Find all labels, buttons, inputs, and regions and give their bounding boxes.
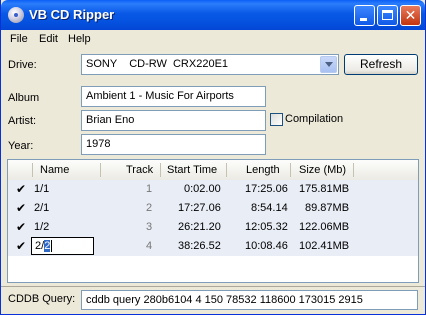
menu-edit[interactable]: Edit xyxy=(39,33,58,45)
track-start: 38:26.52 xyxy=(178,240,221,252)
status-bar: CDDB Query: cddb query 280b6104 4 150 78… xyxy=(1,286,425,315)
text-cursor xyxy=(51,240,53,253)
menu-help[interactable]: Help xyxy=(68,33,91,45)
track-size: 122.06MB xyxy=(299,221,350,233)
table-row[interactable]: ✔ 2/2 4 38:26.52 10:08.46 102.41MB xyxy=(8,237,418,256)
close-icon: ✕ xyxy=(404,7,417,23)
track-number: 4 xyxy=(146,240,153,252)
column-divider xyxy=(290,163,291,177)
table-row[interactable]: ✔ 1/1 1 0:02.00 17:25.06 175.81MB xyxy=(8,180,418,199)
artist-field[interactable]: Brian Eno xyxy=(81,110,266,131)
minimize-icon xyxy=(360,18,367,21)
title-bar[interactable]: VB CD Ripper ✕ xyxy=(1,0,425,30)
table-row[interactable]: ✔ 2/1 2 17:27.06 8:54.14 89.87MB xyxy=(8,199,418,218)
track-number: 2 xyxy=(146,202,153,214)
album-label: Album xyxy=(8,92,40,104)
track-length: 12:05.32 xyxy=(245,221,288,233)
refresh-button[interactable]: Refresh xyxy=(344,54,418,75)
track-start: 0:02.00 xyxy=(184,183,221,195)
window-title: VB CD Ripper xyxy=(29,7,115,22)
track-name-text: 2/ xyxy=(35,240,45,252)
minimize-button[interactable] xyxy=(354,5,375,26)
check-icon[interactable]: ✔ xyxy=(16,220,26,234)
track-size: 102.41MB xyxy=(299,240,350,252)
year-label: Year: xyxy=(8,140,34,152)
column-start-time[interactable]: Start Time xyxy=(167,164,217,176)
table-row[interactable]: ✔ 1/2 3 26:21.20 12:05.32 122.06MB xyxy=(8,218,418,237)
column-name[interactable]: Name xyxy=(40,164,69,176)
menu-bar: File Edit Help xyxy=(1,30,425,48)
track-name[interactable]: 1/2 xyxy=(34,221,49,233)
track-length: 8:54.14 xyxy=(251,202,288,214)
track-length: 10:08.46 xyxy=(245,240,288,252)
track-start: 17:27.06 xyxy=(178,202,221,214)
drive-label: Drive: xyxy=(8,59,37,71)
chevron-down-icon xyxy=(325,62,333,67)
track-name-edit-field[interactable]: 2/2 xyxy=(31,237,94,255)
track-start: 26:21.20 xyxy=(178,221,221,233)
track-grid: Name Track Start Time Length Size (Mb) ✔… xyxy=(7,159,419,283)
track-length: 17:25.06 xyxy=(245,183,288,195)
drive-select[interactable]: SONY CD-RW CRX220E1 xyxy=(81,54,339,75)
selected-text: 2 xyxy=(44,240,51,252)
column-divider xyxy=(160,163,161,177)
track-name[interactable]: 1/1 xyxy=(34,183,49,195)
cddb-query-field[interactable]: cddb query 280b6104 4 150 78532 118600 1… xyxy=(81,290,418,310)
compilation-label: Compilation xyxy=(285,113,344,125)
drive-value: SONY CD-RW CRX220E1 xyxy=(86,58,229,70)
column-size[interactable]: Size (Mb) xyxy=(299,164,346,176)
cd-icon xyxy=(8,7,24,23)
track-size: 89.87MB xyxy=(305,202,350,214)
track-name[interactable]: 2/1 xyxy=(34,202,49,214)
column-divider xyxy=(353,163,354,177)
compilation-checkbox[interactable] xyxy=(270,113,283,126)
maximize-icon xyxy=(382,10,393,20)
close-button[interactable]: ✕ xyxy=(400,5,421,26)
artist-label: Artist: xyxy=(8,115,37,127)
column-track[interactable]: Track xyxy=(126,164,153,176)
track-number: 3 xyxy=(146,221,153,233)
track-size: 175.81MB xyxy=(299,183,350,195)
album-field[interactable]: Ambient 1 - Music For Airports xyxy=(81,86,266,107)
check-icon[interactable]: ✔ xyxy=(16,201,26,215)
check-icon[interactable]: ✔ xyxy=(16,182,26,196)
cddb-label: CDDB Query: xyxy=(8,293,76,305)
dropdown-button[interactable] xyxy=(320,56,337,73)
year-field[interactable]: 1978 xyxy=(81,134,266,155)
check-icon[interactable]: ✔ xyxy=(16,239,26,253)
column-length[interactable]: Length xyxy=(246,164,280,176)
app-window: VB CD Ripper ✕ File Edit Help Drive: SON… xyxy=(0,0,426,315)
grid-header: Name Track Start Time Length Size (Mb) xyxy=(8,160,418,181)
menu-file[interactable]: File xyxy=(10,33,28,45)
column-divider xyxy=(100,163,101,177)
column-divider xyxy=(226,163,227,177)
maximize-button[interactable] xyxy=(377,5,398,26)
column-divider xyxy=(32,163,33,177)
track-number: 1 xyxy=(146,183,153,195)
